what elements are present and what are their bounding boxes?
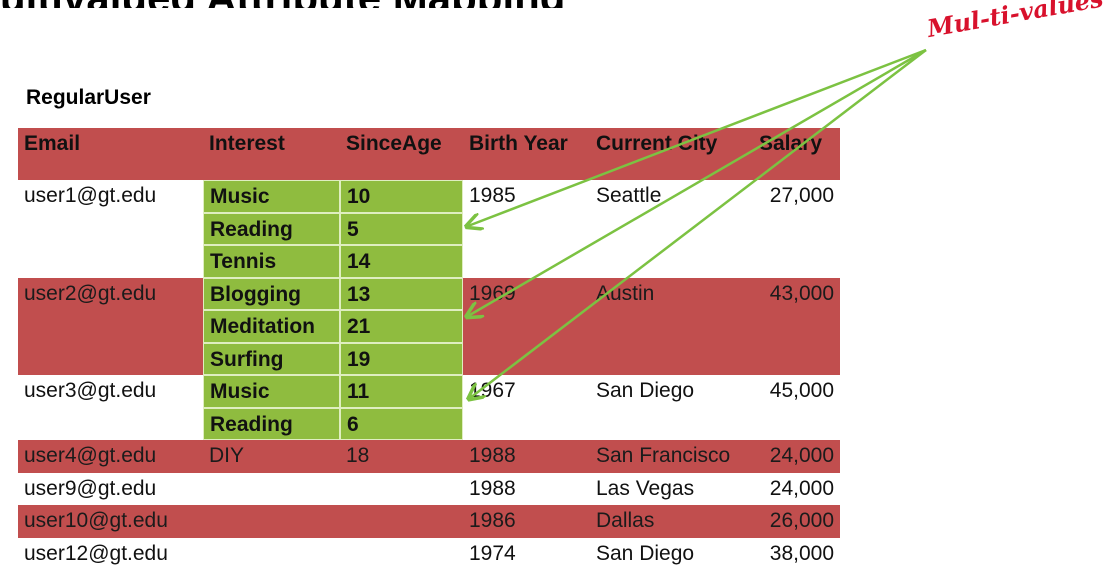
- current-city-cell: Seattle: [596, 184, 662, 207]
- since-age-cell: 10: [340, 180, 463, 213]
- salary-cell: 26,000: [753, 505, 840, 538]
- interest-cell: Reading: [203, 212, 340, 245]
- current-city-cell: San Francisco: [590, 440, 753, 473]
- birth-year-cell: 1974: [469, 541, 516, 565]
- current-city-cell: Dallas: [590, 505, 753, 538]
- since-age-cell: 13: [340, 277, 463, 310]
- interest-cell-empty: [203, 473, 340, 506]
- salary-cell: 24,000: [769, 476, 834, 500]
- email-cell: user12@gt.edu: [24, 541, 168, 565]
- email-cell: user1@gt.edu: [24, 184, 157, 207]
- salary-cell: 27,000: [769, 184, 834, 207]
- column-header-birth_year: Birth Year: [463, 128, 590, 180]
- slide-title: ultivalued Attribute Mapping: [0, 0, 1106, 8]
- salary-cell: 24,000: [753, 440, 840, 473]
- email-cell: user10@gt.edu: [18, 505, 203, 538]
- current-city-cell: Austin: [590, 277, 753, 375]
- table-name: RegularUser: [26, 86, 151, 109]
- birth-year-cell: 1969: [463, 277, 590, 375]
- column-header-city: Current City: [590, 128, 753, 180]
- since-age-cell-empty: [340, 505, 463, 538]
- since-age-cell-empty: [340, 473, 463, 506]
- column-header-since_age: SinceAge: [340, 128, 463, 180]
- column-header-interest: Interest: [203, 128, 340, 180]
- since-age-cell: 14: [340, 245, 463, 278]
- since-age-cell: 6: [340, 407, 463, 440]
- email-cell: user9@gt.edu: [24, 476, 157, 500]
- salary-cell: 43,000: [753, 277, 840, 375]
- current-city-cell: San Diego: [596, 541, 695, 565]
- birth-year-cell: 1988: [463, 440, 590, 473]
- email-cell: user2@gt.edu: [18, 277, 203, 375]
- birth-year-cell: 1967: [469, 379, 516, 402]
- interest-cell: Music: [203, 180, 340, 213]
- interest-cell: Music: [203, 375, 340, 408]
- email-cell: user3@gt.edu: [24, 379, 157, 402]
- column-header-salary: Salary: [753, 128, 840, 180]
- current-city-cell: Las Vegas: [596, 476, 695, 500]
- since-age-cell: 19: [340, 342, 463, 375]
- since-age-cell: 18: [340, 440, 463, 473]
- column-header-email: Email: [18, 128, 203, 180]
- email-cell: user4@gt.edu: [18, 440, 203, 473]
- interest-cell: Tennis: [203, 245, 340, 278]
- since-age-cell: 21: [340, 310, 463, 343]
- current-city-cell: San Diego: [596, 379, 695, 402]
- salary-cell: 38,000: [769, 541, 834, 565]
- salary-cell: 45,000: [769, 379, 834, 402]
- interest-cell: Reading: [203, 407, 340, 440]
- since-age-cell: 11: [340, 375, 463, 408]
- birth-year-cell: 1985: [469, 184, 516, 207]
- interest-cell: DIY: [203, 440, 340, 473]
- interest-cell: Meditation: [203, 310, 340, 343]
- interest-cell-empty: [203, 505, 340, 538]
- interest-cell: Blogging: [203, 277, 340, 310]
- birth-year-cell: 1988: [469, 476, 516, 500]
- since-age-cell: 5: [340, 212, 463, 245]
- since-age-cell-empty: [340, 538, 463, 571]
- interest-cell: Surfing: [203, 342, 340, 375]
- birth-year-cell: 1986: [463, 505, 590, 538]
- interest-cell-empty: [203, 538, 340, 571]
- regularuser-table: Email Interest SinceAge Birth Year Current C…: [18, 128, 840, 570]
